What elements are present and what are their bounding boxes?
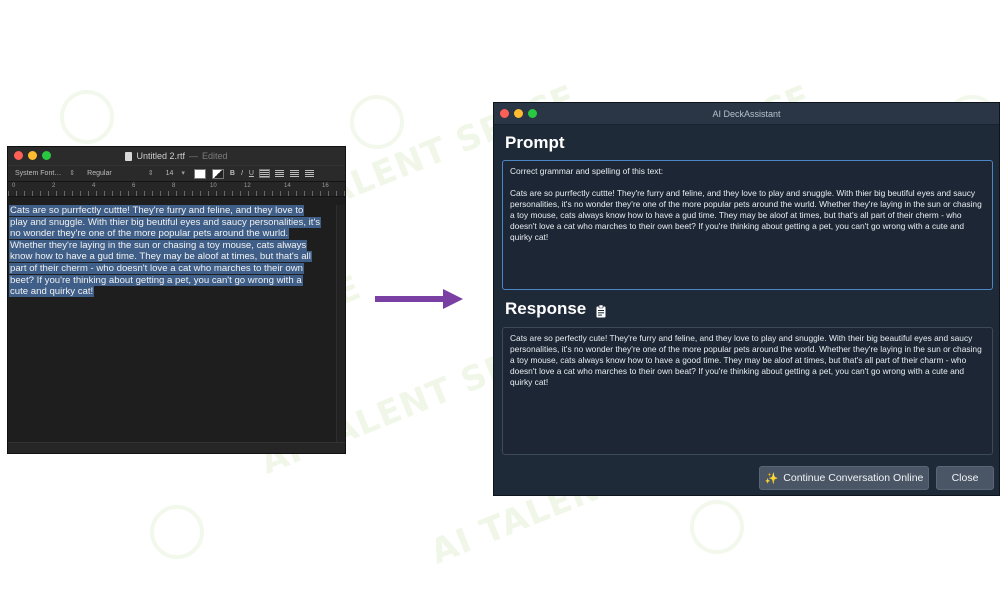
chevron-updown-icon: ⇕: [147, 169, 154, 177]
ruler-mark: 10: [210, 183, 217, 189]
edited-status: Edited: [202, 151, 228, 161]
title-separator: —: [189, 151, 198, 161]
response-heading-label: Response: [505, 299, 587, 318]
zoom-window-icon[interactable]: [42, 151, 51, 160]
watermark-logo: [350, 95, 404, 149]
ruler-ticks: [8, 191, 345, 196]
font-family-select[interactable]: System Font… ⇕: [12, 169, 78, 179]
textedit-window: Untitled 2.rtf — Edited System Font… ⇕ Re…: [7, 146, 346, 454]
ruler-mark: 2: [52, 183, 56, 189]
prompt-textarea[interactable]: Correct grammar and spelling of this tex…: [502, 160, 993, 290]
sparkles-icon: ✨: [764, 472, 779, 485]
text-line: know how to have a gud time. They may be…: [9, 251, 312, 263]
document-text[interactable]: Cats are so purrfectly cuttte! They're f…: [9, 205, 334, 298]
underline-button[interactable]: U: [249, 170, 254, 177]
prompt-heading: Prompt: [505, 133, 565, 153]
textedit-title: Untitled 2.rtf — Edited: [125, 151, 228, 161]
document-body[interactable]: Cats are so purrfectly cuttte! They're f…: [8, 205, 345, 443]
horizontal-scrollbar[interactable]: [8, 442, 345, 453]
bold-button[interactable]: B: [230, 170, 235, 177]
ruler-mark: 0: [12, 183, 16, 189]
vertical-scrollbar[interactable]: [336, 205, 345, 443]
window-controls: [500, 109, 537, 118]
prompt-heading-label: Prompt: [505, 133, 565, 152]
text-line: Cats are so purrfectly cuttte! They're f…: [9, 205, 305, 216]
watermark-logo: [150, 505, 204, 559]
align-left-icon[interactable]: [258, 169, 270, 178]
chevron-down-icon: ▾: [181, 169, 185, 177]
ruler-mark: 16: [322, 183, 329, 189]
chevron-updown-icon: ⇕: [69, 169, 76, 177]
font-size-value: 14: [165, 169, 174, 177]
format-toolbar: System Font… ⇕ Regular ⇕ 14 ▾ B I U: [8, 165, 345, 182]
right-arrow-icon: [375, 289, 463, 309]
italic-button[interactable]: I: [241, 170, 243, 177]
text-line: Whether they're laying in the sun or cha…: [9, 239, 308, 251]
minimize-window-icon[interactable]: [514, 109, 523, 118]
font-style-select[interactable]: Regular ⇕: [84, 169, 156, 179]
font-family-value: System Font…: [15, 169, 62, 177]
ruler-mark: 8: [172, 183, 176, 189]
watermark-logo: [60, 90, 114, 144]
close-window-icon[interactable]: [500, 109, 509, 118]
ruler-mark: 6: [132, 183, 136, 189]
continue-conversation-label: Continue Conversation Online: [783, 472, 924, 484]
document-name: Untitled 2.rtf: [136, 151, 185, 161]
zoom-window-icon[interactable]: [528, 109, 537, 118]
ruler[interactable]: 0 2 4 6 8 10 12 14 16: [8, 182, 345, 197]
textedit-titlebar: Untitled 2.rtf — Edited: [8, 147, 345, 165]
window-title: AI DeckAssistant: [712, 108, 781, 119]
close-window-icon[interactable]: [14, 151, 23, 160]
close-button-label: Close: [951, 472, 979, 484]
justify-icon[interactable]: [304, 170, 314, 177]
font-style-value: Regular: [87, 169, 112, 177]
assistant-titlebar: AI DeckAssistant: [494, 103, 999, 125]
ruler-mark: 14: [284, 183, 291, 189]
text-line: no wonder they're one of the more popula…: [9, 228, 290, 240]
ruler-mark: 12: [244, 183, 251, 189]
text-line: part of their cherm - who doesn't love a…: [9, 262, 304, 274]
watermark-logo: [690, 500, 744, 554]
text-line: beet? If you're thinking about getting a…: [9, 274, 303, 286]
document-icon: [125, 151, 133, 161]
response-textarea[interactable]: Cats are so perfectly cute! They're furr…: [502, 327, 993, 455]
window-controls: [14, 151, 51, 160]
minimize-window-icon[interactable]: [28, 151, 37, 160]
align-center-icon[interactable]: [274, 170, 284, 177]
text-line: cute and quirky cat!: [9, 286, 95, 298]
background-color-swatch[interactable]: [211, 168, 224, 179]
ruler-mark: 4: [92, 183, 96, 189]
font-size-select[interactable]: 14 ▾: [163, 169, 188, 179]
clipboard-icon[interactable]: [596, 303, 606, 317]
close-button[interactable]: Close: [936, 466, 994, 490]
align-right-icon[interactable]: [289, 170, 299, 177]
continue-conversation-button[interactable]: ✨ Continue Conversation Online: [759, 466, 929, 490]
assistant-window: AI DeckAssistant Prompt Correct grammar …: [493, 102, 1000, 496]
response-heading: Response: [505, 299, 606, 319]
text-color-swatch[interactable]: [193, 168, 206, 179]
text-line: play and snuggle. With thier big beutifu…: [9, 216, 322, 228]
